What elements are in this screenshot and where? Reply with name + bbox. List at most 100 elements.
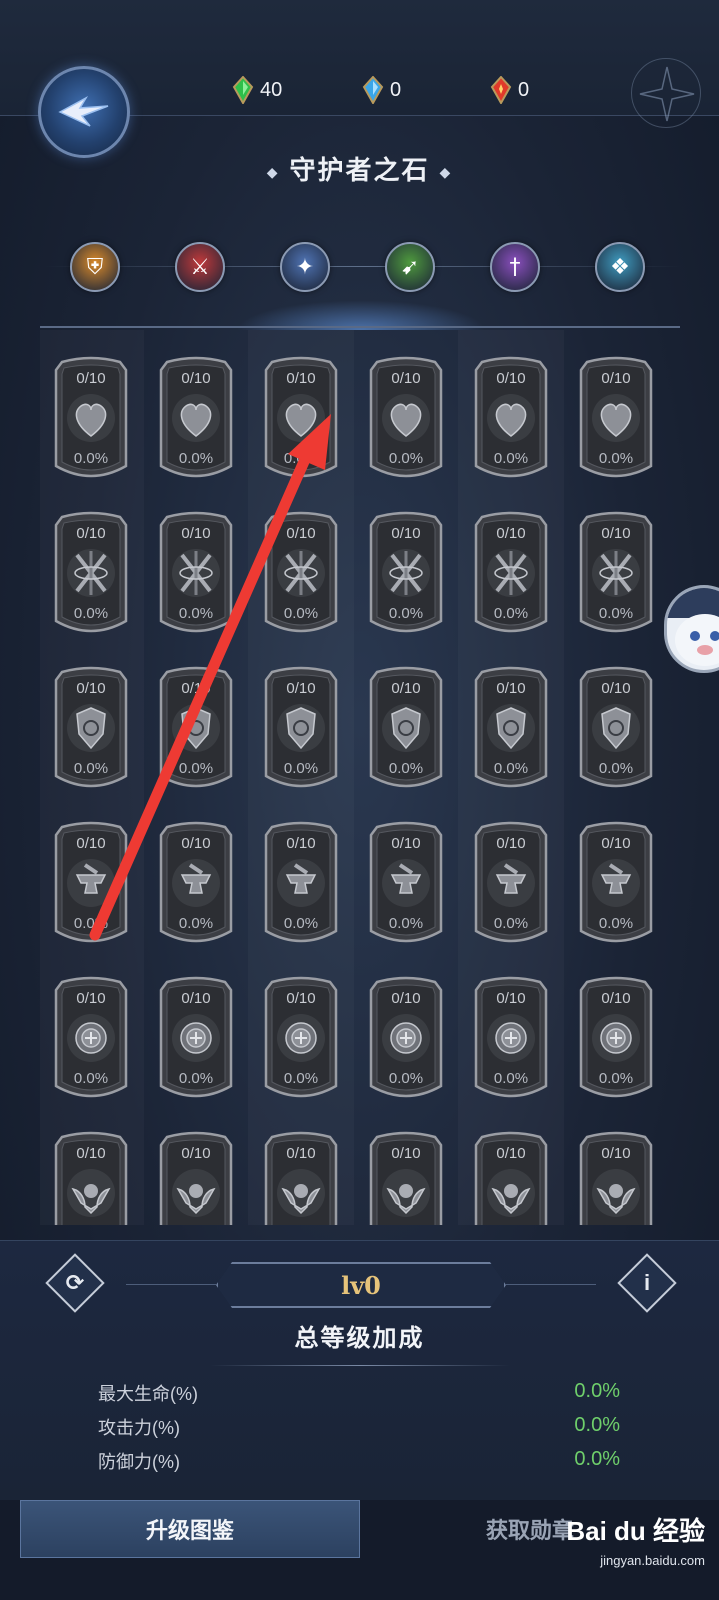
codex-grid: 0/10 0.0% 0/10 0.0% 0/10 0.0% 0/10 0.0% 0/10 0.0%…: [40, 330, 680, 1225]
codex-card[interactable]: 0/100.0%: [577, 356, 655, 484]
card-percent-text: 0.0%: [598, 605, 634, 622]
codex-card[interactable]: 0/100.0%: [367, 821, 445, 949]
baidu-watermark: Bai du 经验 jingyan.baidu.com: [555, 1516, 705, 1588]
currency-red[interactable]: 0: [490, 76, 529, 104]
codex-card[interactable]: 0/100.0%: [262, 666, 340, 794]
anvil-icon: [180, 863, 212, 894]
card-percent-text: 0.0%: [388, 450, 424, 467]
codex-card[interactable]: 0/100.0%: [52, 976, 130, 1104]
heart-icon: [495, 403, 527, 437]
guild-emblem[interactable]: [38, 66, 130, 158]
codex-card[interactable]: 0/100.0%: [577, 1131, 655, 1225]
target-icon: [600, 1022, 632, 1054]
codex-card[interactable]: 0/10 0.0%: [367, 666, 445, 794]
class-glyph-icon: ➹: [400, 254, 420, 280]
tab-upgrade-codex[interactable]: 升级图鉴: [20, 1500, 360, 1558]
codex-card[interactable]: 0/100.0%: [262, 1131, 340, 1225]
card-percent-text: 0.0%: [493, 605, 529, 622]
winged-crest-icon: [386, 1184, 426, 1215]
card-percent-text: 0.0%: [598, 760, 634, 777]
card-percent-text: 0.0%: [178, 605, 214, 622]
shield-crest-icon: [286, 707, 316, 750]
currency-green-value: 40: [260, 78, 283, 101]
heart-icon: [180, 403, 212, 437]
codex-card[interactable]: 0/100.0%: [577, 976, 655, 1104]
rune-class-icon[interactable]: ✦: [280, 242, 330, 292]
card-percent-text: 0.0%: [388, 1070, 424, 1087]
card-level-text: 0/10: [391, 1145, 421, 1162]
codex-card[interactable]: 0/100.0%: [472, 821, 550, 949]
codex-card[interactable]: 0/100.0%: [52, 356, 130, 484]
total-level-plate: lv0: [216, 1262, 506, 1308]
codex-card[interactable]: 0/100.0%: [52, 821, 130, 949]
title-left-dot-icon: ◆: [266, 163, 280, 180]
codex-card[interactable]: 0/100.0%: [52, 511, 130, 639]
red-gem-icon: [490, 76, 512, 104]
currency-green[interactable]: 40: [232, 76, 282, 104]
card-level-text: 0/10: [286, 525, 316, 542]
stat-row-max-hp: 最大生命(%) 0.0%: [98, 1380, 620, 1410]
winged-crest-icon: [176, 1184, 216, 1215]
shield-crest-icon: [496, 707, 526, 750]
codex-card[interactable]: 0/100.0%: [472, 976, 550, 1104]
bow-class-icon[interactable]: ➹: [385, 242, 435, 292]
card-level-text: 0/10: [181, 680, 211, 697]
codex-card[interactable]: 0/100.0%: [472, 511, 550, 639]
codex-card[interactable]: 0/100.0%: [577, 511, 655, 639]
codex-card[interactable]: 0/100.0%: [157, 976, 235, 1104]
class-glyph-icon: ⚔: [190, 254, 210, 280]
card-level-text: 0/10: [391, 370, 421, 387]
card-percent-text: 0.0%: [388, 760, 424, 777]
axe-class-icon[interactable]: ⚔: [175, 242, 225, 292]
codex-card[interactable]: 0/100.0%: [367, 976, 445, 1104]
codex-card[interactable]: 0/100.0%: [157, 666, 235, 794]
shield-class-icon[interactable]: ⛨: [70, 242, 120, 292]
codex-card[interactable]: 0/100.0%: [577, 666, 655, 794]
codex-card[interactable]: 0/10 0.0%: [262, 356, 340, 484]
card-level-text: 0/10: [496, 835, 526, 852]
winged-crest-icon: [71, 1184, 111, 1215]
codex-card[interactable]: 0/100.0%: [472, 666, 550, 794]
codex-card[interactable]: 0/100.0%: [367, 1131, 445, 1225]
currency-blue[interactable]: 0: [362, 76, 401, 104]
card-level-text: 0/10: [286, 370, 316, 387]
dagger-class-icon[interactable]: †: [490, 242, 540, 292]
codex-card[interactable]: 0/100.0%: [52, 666, 130, 794]
codex-card[interactable]: 0/100.0%: [157, 1131, 235, 1225]
class-glyph-icon: ⛨: [86, 254, 104, 280]
codex-card[interactable]: 0/100.0%: [262, 511, 340, 639]
codex-card[interactable]: 0/100.0%: [157, 821, 235, 949]
codex-card[interactable]: 0/100.0%: [157, 511, 235, 639]
wings-class-icon[interactable]: ❖: [595, 242, 645, 292]
card-level-text: 0/10: [286, 990, 316, 1007]
card-level-text: 0/10: [391, 680, 421, 697]
codex-card[interactable]: 0/100.0%: [262, 821, 340, 949]
bonus-title: 总等级加成: [294, 1325, 425, 1352]
card-percent-text: 0.0%: [493, 1070, 529, 1087]
card-level-text: 0/10: [286, 680, 316, 697]
codex-card[interactable]: 0/100.0%: [472, 356, 550, 484]
target-icon: [495, 1022, 527, 1054]
card-percent-text: 0.0%: [493, 450, 529, 467]
target-icon: [180, 1022, 212, 1054]
codex-card[interactable]: 0/100.0%: [472, 1131, 550, 1225]
codex-card[interactable]: 0/100.0%: [262, 976, 340, 1104]
card-level-text: 0/10: [76, 1145, 106, 1162]
card-percent-text: 0.0%: [283, 450, 319, 467]
stat-value: 0.0%: [574, 1448, 620, 1470]
crossed-swords-icon: [284, 551, 318, 595]
codex-card[interactable]: 0/100.0%: [367, 511, 445, 639]
card-level-text: 0/10: [181, 1145, 211, 1162]
card-level-text: 0/10: [601, 1145, 631, 1162]
codex-card[interactable]: 0/100.0%: [157, 356, 235, 484]
card-percent-text: 0.0%: [598, 1070, 634, 1087]
codex-card[interactable]: 0/100.0%: [52, 1131, 130, 1225]
stat-label: 最大生命(%): [98, 1384, 198, 1404]
anvil-icon: [495, 863, 527, 894]
codex-card[interactable]: 0/100.0%: [577, 821, 655, 949]
stat-row-attack: 攻击力(%) 0.0%: [98, 1414, 620, 1444]
target-icon: [285, 1022, 317, 1054]
class-glyph-icon: ❖: [610, 254, 630, 280]
card-percent-text: 0.0%: [388, 915, 424, 932]
codex-card[interactable]: 0/10 0.0%: [367, 356, 445, 484]
